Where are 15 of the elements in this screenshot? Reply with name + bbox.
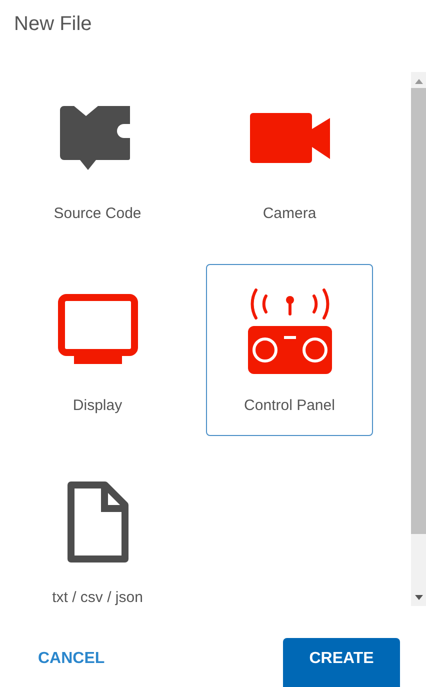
cancel-button[interactable]: CANCEL xyxy=(12,638,131,687)
file-type-tile[interactable]: txt / csv / json xyxy=(14,456,181,606)
tile-label: Camera xyxy=(262,204,316,224)
tile-label: txt / csv / json xyxy=(52,588,143,606)
tile-label: Control Panel xyxy=(244,396,335,416)
create-button[interactable]: CREATE xyxy=(283,638,400,687)
dialog-title: New File xyxy=(14,13,92,35)
scrollbar[interactable] xyxy=(411,72,426,606)
scrollbar-thumb[interactable] xyxy=(411,88,426,534)
file-type-tile[interactable]: Camera xyxy=(206,72,373,244)
tile-label: Display xyxy=(72,396,122,416)
file-type-tile[interactable]: Display xyxy=(14,264,181,436)
tile-label: Source Code xyxy=(54,204,142,224)
file-type-tile[interactable]: Control Panel xyxy=(206,264,373,436)
file-type-tile[interactable]: Source Code xyxy=(14,72,181,244)
